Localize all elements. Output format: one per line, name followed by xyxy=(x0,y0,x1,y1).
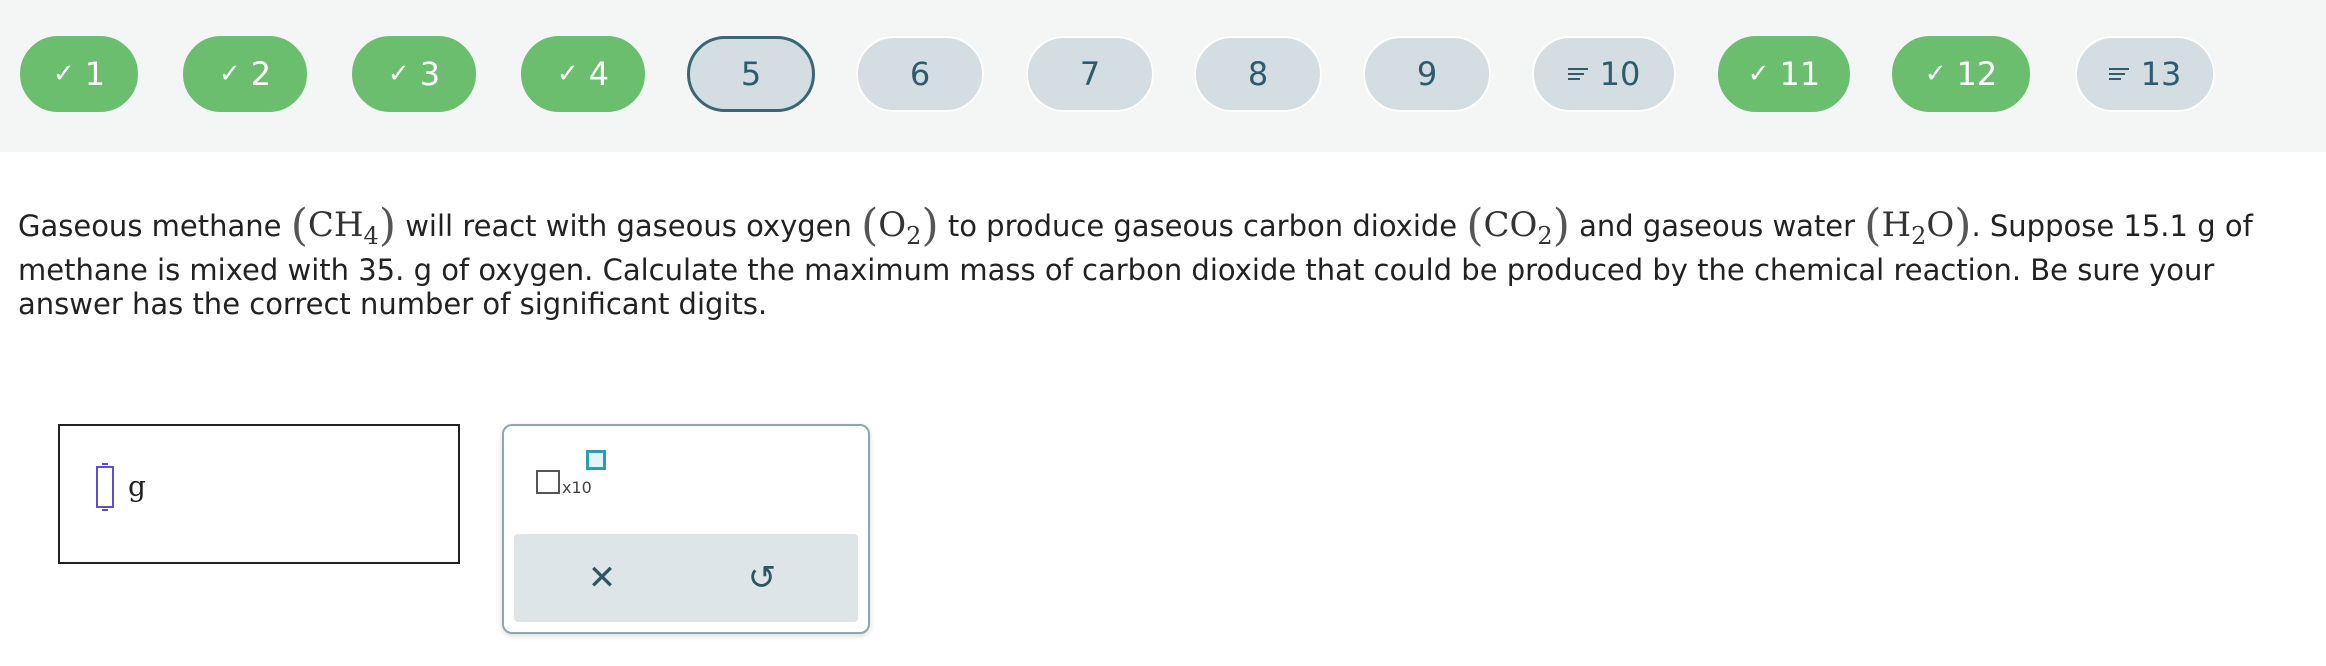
keypad-action-bar: ✕ ↺ xyxy=(514,534,858,622)
carbon-dioxide-formula: (CO2) xyxy=(1466,200,1570,251)
question-11-button[interactable]: ✓ 11 xyxy=(1718,36,1850,112)
close-icon: ✕ xyxy=(587,558,617,598)
question-number: 3 xyxy=(419,55,441,93)
question-5-button[interactable]: 5 xyxy=(687,36,815,112)
question-number: 1 xyxy=(84,55,106,93)
question-9-button[interactable]: 9 xyxy=(1363,36,1491,112)
question-number: 2 xyxy=(250,55,272,93)
question-nav-bar: ✓ 1 ✓ 2 ✓ 3 ✓ 4 5 6 7 8 9 10 ✓ 11 ✓ 12 1… xyxy=(0,0,2326,152)
math-keypad: x10 ✕ ↺ xyxy=(502,424,870,634)
check-icon: ✓ xyxy=(1747,59,1770,89)
question-7-button[interactable]: 7 xyxy=(1026,36,1154,112)
question-1-button[interactable]: ✓ 1 xyxy=(20,36,138,112)
question-text-part: to produce gaseous carbon dioxide xyxy=(938,209,1467,243)
question-number: 8 xyxy=(1247,55,1269,93)
question-12-button[interactable]: ✓ 12 xyxy=(1892,36,2030,112)
check-icon: ✓ xyxy=(52,59,75,89)
question-2-button[interactable]: ✓ 2 xyxy=(183,36,307,112)
check-icon: ✓ xyxy=(387,59,410,89)
question-13-button[interactable]: 13 xyxy=(2075,36,2215,112)
question-number: 7 xyxy=(1079,55,1101,93)
methane-formula: (CH4) xyxy=(290,200,396,251)
question-number: 6 xyxy=(909,55,931,93)
question-number: 12 xyxy=(1956,55,1998,93)
base-box-icon xyxy=(536,470,560,494)
question-3-button[interactable]: ✓ 3 xyxy=(352,36,476,112)
water-formula: (H2O) xyxy=(1864,200,1972,251)
partial-progress-icon xyxy=(2108,65,2129,83)
scientific-notation-button[interactable]: x10 xyxy=(536,450,616,497)
question-8-button[interactable]: 8 xyxy=(1194,36,1322,112)
undo-icon: ↺ xyxy=(747,558,777,598)
question-6-button[interactable]: 6 xyxy=(856,36,984,112)
question-10-button[interactable]: 10 xyxy=(1532,36,1676,112)
answer-unit: g xyxy=(128,470,146,503)
check-icon: ✓ xyxy=(556,59,579,89)
oxygen-formula: (O2) xyxy=(861,200,939,251)
check-icon: ✓ xyxy=(1924,59,1947,89)
question-text-part: and gaseous water xyxy=(1569,209,1865,243)
question-number: 11 xyxy=(1779,55,1821,93)
question-text-part: Gaseous methane xyxy=(18,209,291,243)
question-text: Gaseous methane (CH4) will react with ga… xyxy=(18,200,2308,322)
answer-input-box[interactable]: g xyxy=(58,424,460,564)
question-number: 4 xyxy=(588,55,610,93)
question-text-part: will react with gaseous oxygen xyxy=(396,209,862,243)
question-number: 5 xyxy=(740,55,762,93)
x10-label: x10 xyxy=(562,478,592,497)
question-number: 9 xyxy=(1416,55,1438,93)
partial-progress-icon xyxy=(1567,65,1588,83)
answer-input[interactable] xyxy=(96,463,114,511)
exponent-box-icon xyxy=(586,450,606,470)
question-number: 13 xyxy=(2140,55,2182,93)
undo-button[interactable]: ↺ xyxy=(732,548,792,608)
clear-button[interactable]: ✕ xyxy=(572,548,632,608)
question-number: 10 xyxy=(1599,55,1641,93)
check-icon: ✓ xyxy=(218,59,241,89)
question-4-button[interactable]: ✓ 4 xyxy=(521,36,645,112)
